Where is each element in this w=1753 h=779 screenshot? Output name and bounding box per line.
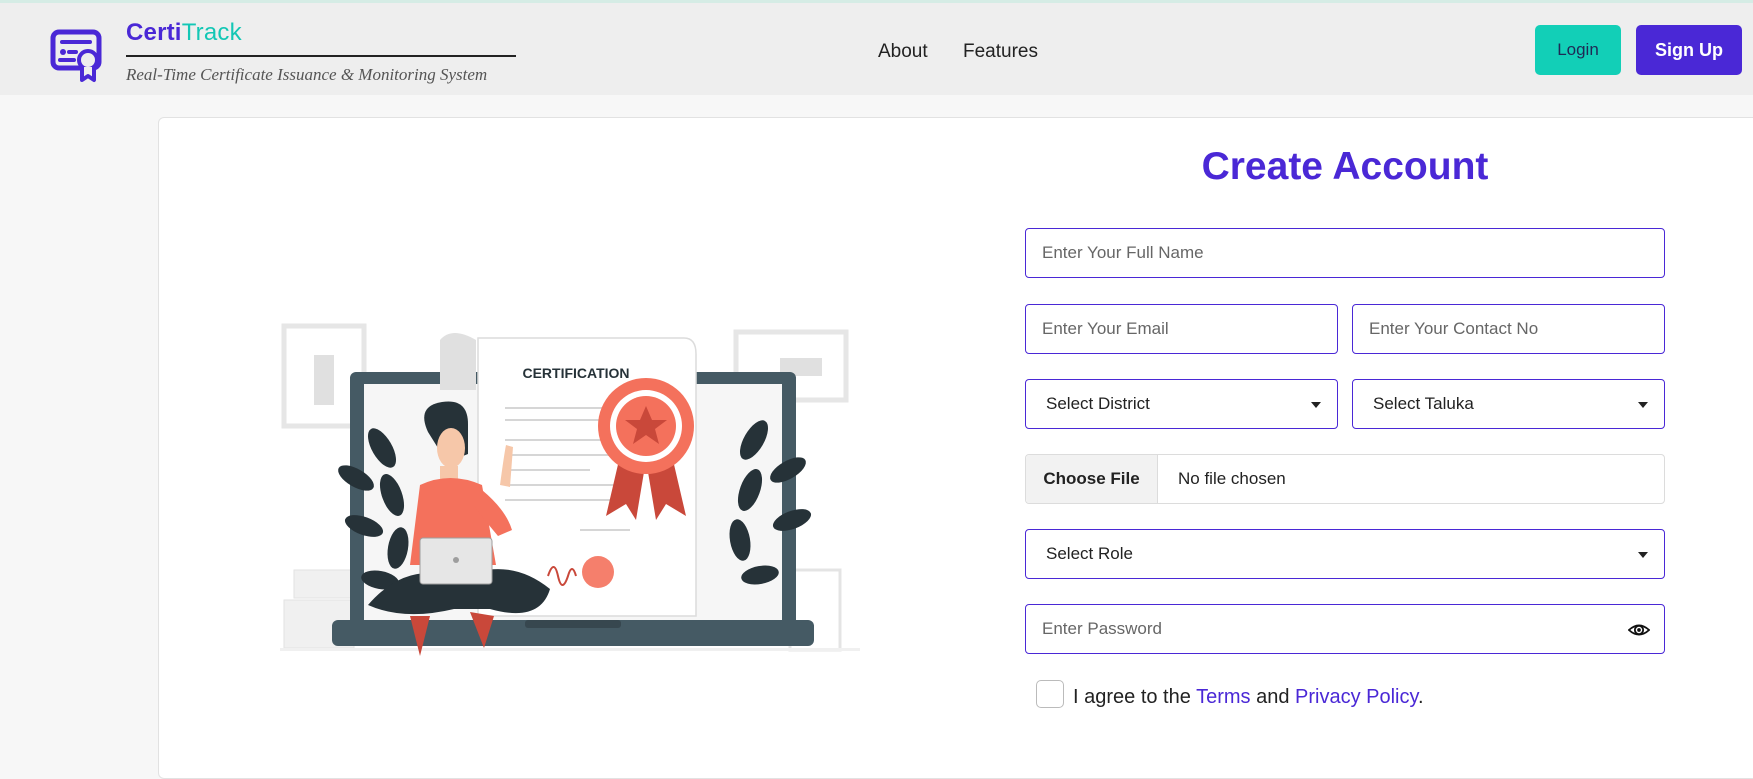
certificate-file-input[interactable]: Choose File No file chosen: [1025, 454, 1665, 504]
role-select-value: Select Role: [1046, 544, 1133, 563]
eye-icon[interactable]: [1628, 619, 1650, 641]
form-title: Create Account: [1201, 145, 1489, 188]
navbar: CertiTrack Real-Time Certificate Issuanc…: [0, 3, 1753, 95]
agree-prefix: I agree to the: [1073, 686, 1191, 708]
agree-and: and: [1256, 686, 1290, 708]
agree-terms-checkbox[interactable]: [1036, 680, 1064, 708]
brand-name-part2: Track: [181, 19, 242, 46]
password-input[interactable]: Enter Password: [1025, 604, 1665, 654]
brand-name[interactable]: CertiTrack: [126, 19, 242, 47]
contact-number-input[interactable]: Enter Your Contact No: [1352, 304, 1665, 354]
terms-link[interactable]: Terms: [1196, 686, 1250, 708]
password-placeholder: Enter Password: [1042, 619, 1162, 638]
nav-link-about[interactable]: About: [878, 41, 928, 63]
taluka-select[interactable]: Select Taluka: [1352, 379, 1665, 429]
choose-file-button[interactable]: Choose File: [1026, 455, 1158, 503]
certificate-heading: CERTIFICATION: [522, 365, 629, 381]
certification-illustration: CERTIFICATION: [280, 323, 860, 656]
agree-terms-label: I agree to the Terms and Privacy Policy.: [1073, 686, 1424, 709]
chevron-down-icon: [1638, 552, 1648, 558]
brand-divider: [126, 55, 516, 57]
signup-button[interactable]: Sign Up: [1636, 25, 1742, 75]
chevron-down-icon: [1638, 402, 1648, 408]
brand-tagline: Real-Time Certificate Issuance & Monitor…: [126, 65, 488, 84]
nav-link-features[interactable]: Features: [963, 41, 1038, 63]
email-input[interactable]: Enter Your Email: [1025, 304, 1338, 354]
district-select[interactable]: Select District: [1025, 379, 1338, 429]
taluka-select-value: Select Taluka: [1373, 394, 1474, 413]
full-name-input[interactable]: Enter Your Full Name: [1025, 228, 1665, 278]
privacy-policy-link[interactable]: Privacy Policy: [1295, 686, 1418, 708]
certificate-logo-icon: [50, 29, 102, 82]
file-status-text: No file chosen: [1178, 469, 1286, 488]
chevron-down-icon: [1311, 402, 1321, 408]
district-select-value: Select District: [1046, 394, 1150, 413]
login-button[interactable]: Login: [1535, 25, 1621, 75]
role-select[interactable]: Select Role: [1025, 529, 1665, 579]
agree-suffix: .: [1418, 686, 1424, 708]
brand-name-part1: Certi: [126, 19, 182, 46]
